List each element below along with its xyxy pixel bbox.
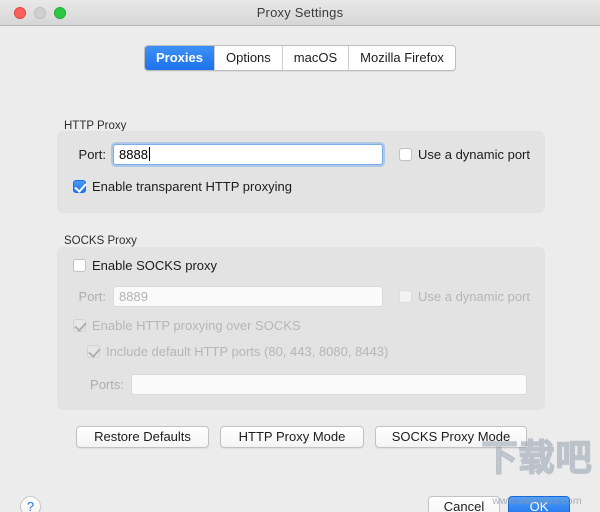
window-body: Proxies Options macOS Mozilla Firefox HT… <box>0 26 600 512</box>
socks-http-over-socks-label: Enable HTTP proxying over SOCKS <box>92 318 301 333</box>
footer-buttons: Cancel OK <box>428 496 570 512</box>
socks-ports-label: Ports: <box>90 377 124 392</box>
socks-http-over-socks-row: Enable HTTP proxying over SOCKS <box>73 318 301 333</box>
text-caret <box>148 147 150 161</box>
http-transparent-checkbox[interactable]: Enable transparent HTTP proxying <box>73 179 292 194</box>
checkbox-checked-icon <box>73 319 87 332</box>
http-transparent-label: Enable transparent HTTP proxying <box>92 179 292 194</box>
mode-buttons-row: Restore Defaults HTTP Proxy Mode SOCKS P… <box>76 426 527 448</box>
checkbox-checked-icon <box>73 180 87 193</box>
checkmark-icon <box>88 345 101 358</box>
socks-default-ports-checkbox: Include default HTTP ports (80, 443, 808… <box>87 344 388 359</box>
socks-default-ports-label: Include default HTTP ports (80, 443, 808… <box>106 344 389 359</box>
socks-ports-input <box>131 374 527 395</box>
tab-proxies[interactable]: Proxies <box>145 46 215 70</box>
socks-port-row: Port: 8889 Use a dynamic port <box>66 286 530 307</box>
http-dynamic-port-checkbox[interactable]: Use a dynamic port <box>399 147 530 162</box>
checkmark-icon <box>74 180 87 193</box>
socks-enable-checkbox[interactable]: Enable SOCKS proxy <box>73 258 217 273</box>
socks-enable-label: Enable SOCKS proxy <box>92 258 218 273</box>
http-proxy-mode-button[interactable]: HTTP Proxy Mode <box>220 426 364 448</box>
socks-proxy-group-title: SOCKS Proxy <box>64 235 137 247</box>
socks-enable-row: Enable SOCKS proxy <box>73 258 217 273</box>
tab-mozilla-firefox[interactable]: Mozilla Firefox <box>349 46 455 70</box>
checkbox-box-icon <box>399 290 412 303</box>
socks-port-input: 8889 <box>113 286 383 307</box>
socks-proxy-mode-button[interactable]: SOCKS Proxy Mode <box>375 426 527 448</box>
checkbox-box-icon <box>73 259 86 272</box>
tab-options[interactable]: Options <box>214 46 283 70</box>
help-button[interactable]: ? <box>20 496 41 512</box>
http-port-input[interactable]: 8888 <box>113 144 383 165</box>
socks-dynamic-port-label: Use a dynamic port <box>418 289 530 304</box>
ok-button[interactable]: OK <box>508 496 570 512</box>
socks-ports-row: Ports: <box>80 374 527 395</box>
tab-bar: Proxies Options macOS Mozilla Firefox <box>144 45 456 71</box>
http-port-label: Port: <box>78 147 106 162</box>
tab-macos[interactable]: macOS <box>282 46 350 70</box>
restore-defaults-button[interactable]: Restore Defaults <box>76 426 209 448</box>
proxy-settings-window: Proxy Settings Proxies Options macOS Moz… <box>0 0 600 512</box>
http-port-value: 8888 <box>119 147 148 162</box>
http-port-row: Port: 8888 Use a dynamic port <box>66 144 530 165</box>
socks-port-label: Port: <box>78 289 106 304</box>
checkbox-box-icon <box>399 148 412 161</box>
window-titlebar: Proxy Settings <box>0 0 600 26</box>
checkmark-icon <box>74 319 87 332</box>
window-title: Proxy Settings <box>256 5 344 20</box>
cancel-button[interactable]: Cancel <box>428 496 500 512</box>
http-transparent-row: Enable transparent HTTP proxying <box>73 179 292 194</box>
socks-http-over-socks-checkbox: Enable HTTP proxying over SOCKS <box>73 318 301 333</box>
socks-default-ports-row: Include default HTTP ports (80, 443, 808… <box>87 344 388 359</box>
http-dynamic-port-label: Use a dynamic port <box>418 147 530 162</box>
socks-dynamic-port-checkbox: Use a dynamic port <box>399 289 530 304</box>
checkbox-checked-icon <box>87 345 101 358</box>
